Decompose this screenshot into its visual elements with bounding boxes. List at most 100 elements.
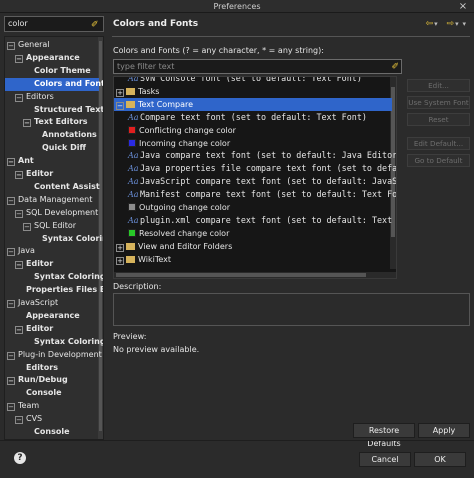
category-row[interactable]: + Tasks: [114, 85, 159, 98]
search-value: color: [8, 19, 28, 28]
tree-item[interactable]: Syntax Coloring: [31, 233, 103, 246]
tree-item[interactable]: − Editor: [15, 258, 53, 271]
tree-item-label: Ant: [18, 156, 34, 166]
tree-item[interactable]: − Editor: [15, 168, 53, 181]
tree-item[interactable]: − Editor: [15, 323, 53, 336]
tree-item[interactable]: − Data Management: [7, 194, 92, 207]
font-icon: Aa: [128, 164, 139, 174]
collapse-toggle-icon[interactable]: −: [15, 325, 23, 334]
color-row[interactable]: Incoming change color: [114, 137, 230, 150]
tree-item[interactable]: − SQL Editor: [23, 220, 76, 233]
expand-toggle-icon[interactable]: +: [116, 88, 124, 97]
tree-item[interactable]: − Plug-in Development: [7, 349, 102, 362]
preferences-tree[interactable]: − General − Appearance Color Theme Colors and…: [4, 36, 104, 440]
row-label: SVN Console font (set to default: Text F…: [140, 76, 362, 83]
expand-toggle-icon[interactable]: +: [116, 243, 124, 252]
collapse-toggle-icon[interactable]: −: [15, 93, 23, 102]
cancel-button[interactable]: Cancel: [359, 452, 411, 467]
tree-item[interactable]: Console: [23, 426, 70, 439]
category-row[interactable]: + View and Editor Folders: [114, 240, 232, 253]
filter-input[interactable]: type filter text ✐: [113, 59, 402, 74]
expand-toggle-icon[interactable]: +: [116, 256, 124, 265]
collapse-toggle-icon[interactable]: −: [7, 196, 15, 205]
list-horizontal-scrollbar-thumb[interactable]: [116, 273, 366, 277]
edit-button[interactable]: Edit...: [407, 79, 470, 92]
tree-item[interactable]: − Team: [7, 400, 39, 413]
collapse-toggle-icon[interactable]: −: [7, 351, 15, 360]
collapse-toggle-icon[interactable]: −: [7, 158, 15, 167]
collapse-toggle-icon[interactable]: −: [7, 377, 15, 386]
apply-button[interactable]: Apply: [418, 423, 470, 438]
divider: [112, 36, 470, 37]
color-row[interactable]: Conflicting change color: [114, 124, 236, 137]
tree-item[interactable]: Structured Text: [23, 104, 103, 117]
list-horizontal-scrollbar[interactable]: [114, 272, 396, 278]
tree-item[interactable]: − General: [7, 39, 50, 52]
preferences-search-input[interactable]: color ✐: [4, 16, 104, 32]
tree-item[interactable]: Content Assist: [23, 181, 100, 194]
collapse-toggle-icon[interactable]: −: [7, 403, 15, 412]
tree-item[interactable]: − Java: [7, 245, 35, 258]
row-label: JavaScript compare text font (set to def…: [140, 176, 397, 187]
tree-item[interactable]: Annotations: [31, 129, 97, 142]
row-label: WikiText: [138, 254, 171, 264]
tree-item[interactable]: Properties Files Ed: [15, 284, 103, 297]
font-row[interactable]: AaManifest compare text font (set to def…: [114, 188, 396, 201]
forward-arrow-icon[interactable]: ⇨: [447, 19, 455, 29]
tree-item[interactable]: Console: [15, 387, 62, 400]
tree-item[interactable]: − Text Editors: [23, 116, 88, 129]
reset-button[interactable]: Reset: [407, 113, 470, 126]
tree-item[interactable]: Quick Diff: [31, 142, 86, 155]
collapse-toggle-icon[interactable]: −: [15, 209, 23, 218]
tree-item[interactable]: − Appearance: [15, 52, 80, 65]
tree-item[interactable]: − JavaScript: [7, 297, 58, 310]
category-row[interactable]: − Text Compare: [114, 97, 392, 111]
collapse-toggle-icon[interactable]: −: [15, 171, 23, 179]
tree-item[interactable]: − Ant: [7, 155, 34, 168]
folder-icon: [126, 100, 135, 108]
tree-item[interactable]: − Editors: [15, 91, 54, 104]
forward-dropdown-icon[interactable]: ▾: [455, 20, 459, 28]
font-row[interactable]: AaJava properties file compare text font…: [114, 162, 396, 175]
restore-defaults-button[interactable]: Restore Defaults: [353, 423, 415, 448]
tree-item[interactable]: Appearance: [15, 310, 80, 323]
help-icon[interactable]: ?: [14, 452, 26, 464]
font-row[interactable]: AaCompare text font (set to default: Tex…: [114, 111, 367, 124]
color-row[interactable]: Resolved change color: [114, 227, 229, 240]
tree-item[interactable]: Color Theme: [23, 65, 91, 78]
row-label: Text Compare: [138, 99, 194, 109]
collapse-toggle-icon[interactable]: −: [15, 261, 23, 270]
collapse-toggle-icon[interactable]: −: [7, 300, 15, 308]
go-to-default-button[interactable]: Go to Default: [407, 154, 470, 167]
collapse-toggle-icon[interactable]: −: [23, 119, 31, 128]
tree-item[interactable]: Syntax Coloring: [23, 271, 103, 284]
color-row[interactable]: Outgoing change color: [114, 201, 230, 214]
collapse-toggle-icon[interactable]: −: [7, 248, 15, 257]
back-arrow-icon[interactable]: ⇦: [426, 19, 434, 29]
view-menu-icon[interactable]: ▾: [462, 20, 466, 28]
font-row[interactable]: AaJavaScript compare text font (set to d…: [114, 175, 397, 188]
ok-button[interactable]: OK: [414, 452, 466, 467]
tree-item[interactable]: Colors and Fonts: [5, 77, 103, 91]
collapse-toggle-icon[interactable]: −: [23, 222, 31, 231]
font-row[interactable]: Aaplugin.xml compare text font (set to d…: [114, 214, 396, 227]
back-dropdown-icon[interactable]: ▾: [434, 20, 438, 28]
tree-item[interactable]: − SQL Development: [15, 207, 98, 220]
edit-default-button[interactable]: Edit Default...: [407, 137, 470, 150]
collapse-toggle-icon[interactable]: −: [15, 416, 23, 425]
font-row[interactable]: AaSVN Console font (set to default: Text…: [114, 76, 362, 85]
expand-toggle-icon[interactable]: −: [116, 101, 124, 110]
tree-item[interactable]: Syntax Coloring: [23, 336, 103, 349]
clear-search-icon[interactable]: ✐: [91, 18, 101, 30]
close-icon[interactable]: ×: [457, 0, 469, 13]
clear-filter-icon[interactable]: ✐: [391, 61, 399, 74]
tree-item[interactable]: − Run/Debug: [7, 374, 68, 387]
font-row[interactable]: AaJava compare text font (set to default…: [114, 149, 396, 162]
collapse-toggle-icon[interactable]: −: [15, 54, 23, 63]
tree-item[interactable]: Editors: [15, 362, 58, 375]
use-system-font-button[interactable]: Use System Font: [407, 96, 470, 109]
tree-item[interactable]: − CVS: [15, 413, 42, 426]
colors-fonts-tree[interactable]: Aa SVN Console font (set to default: Text…: [113, 76, 397, 279]
collapse-toggle-icon[interactable]: −: [7, 42, 15, 50]
category-row[interactable]: + WikiText: [114, 253, 171, 266]
